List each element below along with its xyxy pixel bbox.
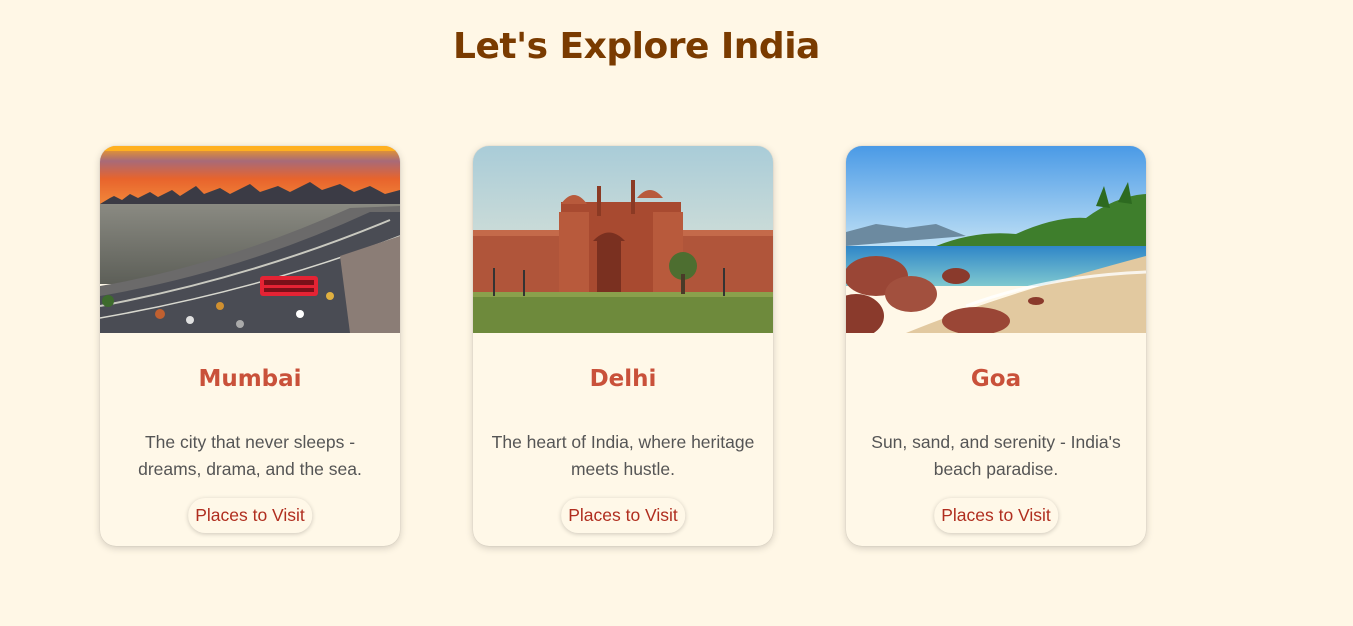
card-title: Mumbai	[198, 366, 302, 392]
card-description: Sun, sand, and serenity - India's beach …	[871, 432, 1121, 479]
places-to-visit-button[interactable]: Places to Visit	[561, 498, 685, 533]
destination-card-delhi: Delhi The heart of India, where heritage…	[473, 146, 773, 546]
card-description: The heart of India, where heritage meets…	[491, 432, 755, 479]
mumbai-skyline-image	[100, 146, 400, 333]
places-to-visit-button[interactable]: Places to Visit	[188, 498, 312, 533]
card-title: Goa	[970, 366, 1022, 392]
card-description: The city that never sleeps - dreams, dra…	[138, 432, 362, 479]
places-to-visit-button[interactable]: Places to Visit	[934, 498, 1058, 533]
goa-beach-image	[846, 146, 1146, 333]
destination-card-mumbai: Mumbai The city that never sleeps - drea…	[100, 146, 400, 546]
red-fort-image	[473, 146, 773, 333]
destination-card-goa: Goa Sun, sand, and serenity - India's be…	[846, 146, 1146, 546]
card-title: Delhi	[589, 366, 657, 392]
page-title: Let's Explore India	[453, 26, 820, 67]
